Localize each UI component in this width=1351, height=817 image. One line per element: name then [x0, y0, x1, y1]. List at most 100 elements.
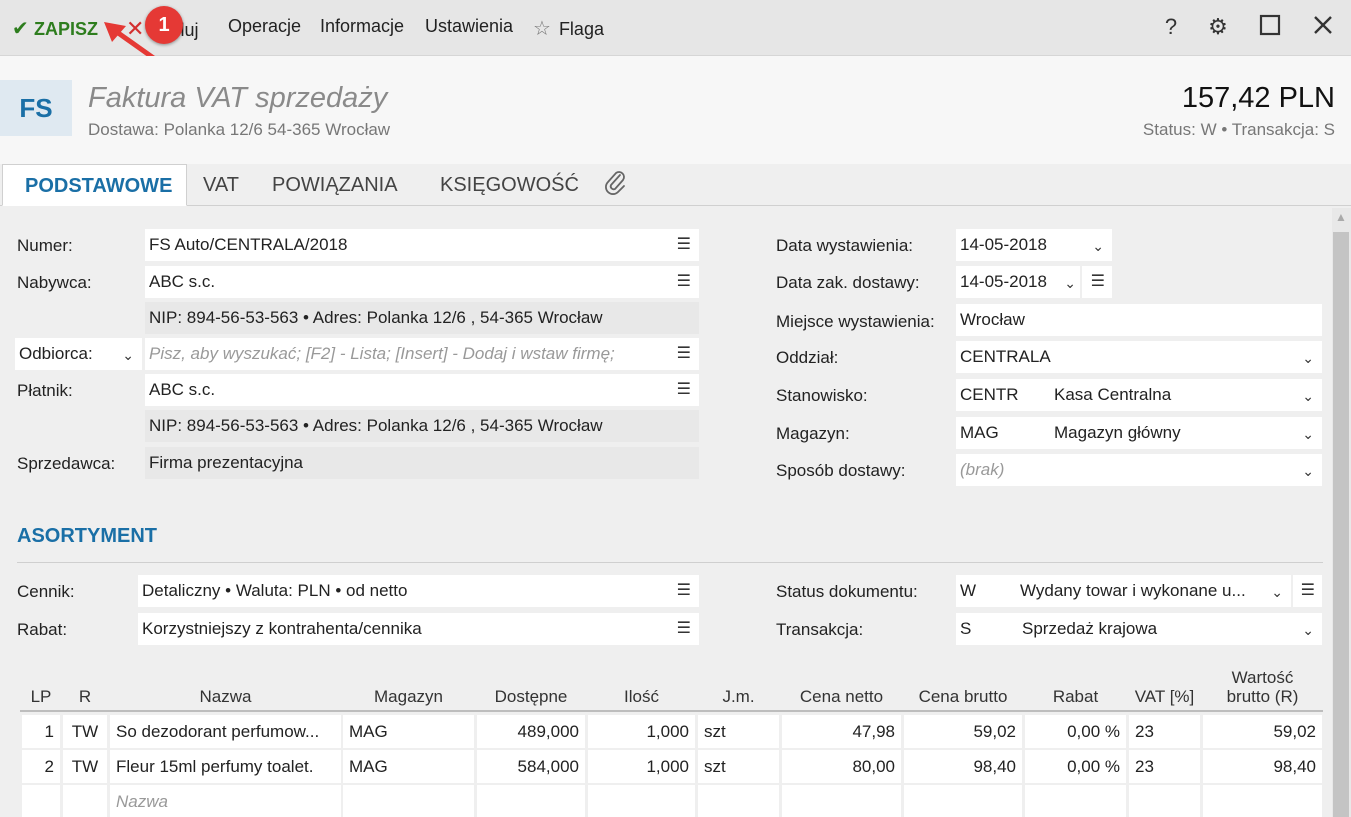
new-row-cell[interactable] — [1203, 785, 1322, 817]
table-cell-jm[interactable]: szt — [698, 715, 779, 748]
table-cell-vat[interactable]: 23 — [1129, 715, 1200, 748]
tab-ksiegowosc[interactable]: KSIĘGOWOŚĆ — [440, 164, 579, 206]
miejsce-field[interactable]: Wrocław — [956, 304, 1322, 336]
table-cell-r[interactable]: TW — [63, 750, 107, 783]
column-header-magazyn[interactable]: Magazyn — [343, 687, 474, 706]
table-cell-r[interactable]: TW — [63, 715, 107, 748]
new-row-cell[interactable] — [63, 785, 107, 817]
new-row-cell[interactable] — [343, 785, 474, 817]
table-cell-nazwa[interactable]: So dezodorant perfumow... — [110, 715, 341, 748]
chevron-down-icon: ⌄ — [1302, 350, 1314, 366]
table-cell-vat[interactable]: 23 — [1129, 750, 1200, 783]
new-row-cell[interactable] — [477, 785, 585, 817]
table-cell-dostepne[interactable]: 489,000 — [477, 715, 585, 748]
table-cell-cena-brutto[interactable]: 59,02 — [904, 715, 1022, 748]
odbiorca-search-input[interactable]: Pisz, aby wyszukać; [F2] - Lista; [Inser… — [145, 338, 699, 370]
tab-powiazania[interactable]: POWIĄZANIA — [272, 164, 398, 206]
operations-menu[interactable]: Operacje — [228, 16, 301, 37]
data-wystawienia-field[interactable]: 14-05-2018 ⌄ — [956, 229, 1112, 261]
scrollbar-thumb[interactable] — [1333, 232, 1349, 817]
maximize-icon[interactable] — [1257, 14, 1283, 40]
table-cell-ilosc[interactable]: 1,000 — [588, 715, 695, 748]
column-header-ilosc[interactable]: Ilość — [588, 687, 695, 706]
new-row-cell[interactable] — [698, 785, 779, 817]
data-dostawy-field[interactable]: 14-05-2018 ⌄ — [956, 266, 1080, 298]
chevron-down-icon[interactable]: ⌄ — [1092, 230, 1104, 261]
new-row-cell[interactable] — [1025, 785, 1126, 817]
save-button[interactable]: ✔ ZAPISZ — [12, 16, 98, 41]
table-cell-lp[interactable]: 1 — [22, 715, 60, 748]
gear-icon[interactable]: ⚙ — [1205, 14, 1231, 40]
status-menu[interactable]: ☰ — [1293, 575, 1322, 607]
table-cell-wartosc[interactable]: 59,02 — [1203, 715, 1322, 748]
tab-vat[interactable]: VAT — [203, 164, 239, 206]
status-dokumentu-select[interactable]: W Wydany towar i wykonane u... ⌄ — [956, 575, 1291, 607]
column-header-dostepne[interactable]: Dostępne — [477, 687, 585, 706]
chevron-down-icon[interactable]: ⌄ — [1064, 267, 1076, 298]
attachment-icon[interactable] — [604, 168, 628, 210]
cennik-field[interactable]: Detaliczny • Waluta: PLN • od netto ☰ — [138, 575, 699, 607]
new-row-cell[interactable] — [1129, 785, 1200, 817]
oddzial-select[interactable]: CENTRALA ⌄ — [956, 341, 1322, 373]
column-header-vat[interactable]: VAT [%] — [1129, 687, 1200, 706]
tab-bar: PODSTAWOWE VAT POWIĄZANIA KSIĘGOWOŚĆ — [0, 164, 1351, 206]
rabat-value: Korzystniejszy z kontrahenta/cennika — [142, 619, 422, 638]
scroll-up-icon[interactable]: ▲ — [1333, 210, 1349, 228]
table-cell-magazyn[interactable]: MAG — [343, 750, 474, 783]
new-row-name-input[interactable]: Nazwa — [110, 785, 341, 817]
table-cell-cena-netto[interactable]: 47,98 — [782, 715, 901, 748]
sprzedawca-value: Firma prezentacyjna — [149, 453, 304, 472]
transakcja-select[interactable]: S Sprzedaż krajowa ⌄ — [956, 613, 1322, 645]
menu-icon[interactable]: ☰ — [677, 338, 691, 370]
new-row-cell[interactable] — [782, 785, 901, 817]
settings-menu[interactable]: Ustawienia — [425, 16, 513, 37]
column-header-wartosc[interactable]: Wartość brutto (R) — [1203, 668, 1322, 706]
numer-field[interactable]: FS Auto/CENTRALA/2018 ☰ — [145, 229, 699, 261]
table-cell-lp[interactable]: 2 — [22, 750, 60, 783]
menu-icon[interactable]: ☰ — [677, 266, 691, 298]
column-header-rabat[interactable]: Rabat — [1025, 687, 1126, 706]
menu-icon[interactable]: ☰ — [677, 613, 691, 645]
table-cell-rabat[interactable]: 0,00 % — [1025, 750, 1126, 783]
information-menu[interactable]: Informacje — [320, 16, 404, 37]
table-cell-ilosc[interactable]: 1,000 — [588, 750, 695, 783]
new-row-cell[interactable] — [588, 785, 695, 817]
nabywca-field[interactable]: ABC s.c. ☰ — [145, 266, 699, 298]
new-row-cell[interactable] — [904, 785, 1022, 817]
table-cell-rabat[interactable]: 0,00 % — [1025, 715, 1126, 748]
table-cell-magazyn[interactable]: MAG — [343, 715, 474, 748]
sprzedawca-field: Firma prezentacyjna — [145, 447, 699, 479]
column-header-lp[interactable]: LP — [22, 687, 60, 706]
odbiorca-select[interactable]: Odbiorca: ⌄ — [15, 338, 142, 370]
table-cell-cena-netto[interactable]: 80,00 — [782, 750, 901, 783]
table-cell-nazwa[interactable]: Fleur 15ml perfumy toalet. — [110, 750, 341, 783]
magazyn-select[interactable]: MAG Magazyn główny ⌄ — [956, 417, 1322, 449]
new-row-cell[interactable] — [22, 785, 60, 817]
menu-icon[interactable]: ☰ — [1091, 266, 1105, 298]
table-cell-dostepne[interactable]: 584,000 — [477, 750, 585, 783]
stanowisko-select[interactable]: CENTR Kasa Centralna ⌄ — [956, 379, 1322, 411]
menu-icon[interactable]: ☰ — [677, 229, 691, 261]
column-header-cena-netto[interactable]: Cena netto — [782, 687, 901, 706]
tab-podstawowe[interactable]: PODSTAWOWE — [2, 164, 188, 206]
rabat-field[interactable]: Korzystniejszy z kontrahenta/cennika ☰ — [138, 613, 699, 645]
table-cell-wartosc[interactable]: 98,40 — [1203, 750, 1322, 783]
data-dostawy-menu[interactable]: ☰ — [1082, 266, 1112, 298]
column-header-jm[interactable]: J.m. — [698, 687, 779, 706]
table-header-divider — [20, 710, 1323, 712]
flag-button[interactable]: ☆ Flaga — [533, 16, 604, 41]
column-header-nazwa[interactable]: Nazwa — [110, 687, 341, 706]
close-window-icon[interactable] — [1310, 14, 1336, 40]
column-header-cena-brutto[interactable]: Cena brutto — [904, 687, 1022, 706]
table-cell-cena-brutto[interactable]: 98,40 — [904, 750, 1022, 783]
platnik-field[interactable]: ABC s.c. ☰ — [145, 374, 699, 406]
status-code: W — [960, 581, 977, 600]
help-icon[interactable]: ? — [1158, 14, 1184, 40]
menu-icon[interactable]: ☰ — [1301, 575, 1315, 607]
column-header-r[interactable]: R — [63, 687, 107, 706]
menu-icon[interactable]: ☰ — [677, 374, 691, 406]
menu-icon[interactable]: ☰ — [677, 575, 691, 607]
transakcja-value: Sprzedaż krajowa — [1022, 619, 1158, 638]
sposob-dostawy-select[interactable]: (brak) ⌄ — [956, 454, 1322, 486]
table-cell-jm[interactable]: szt — [698, 750, 779, 783]
